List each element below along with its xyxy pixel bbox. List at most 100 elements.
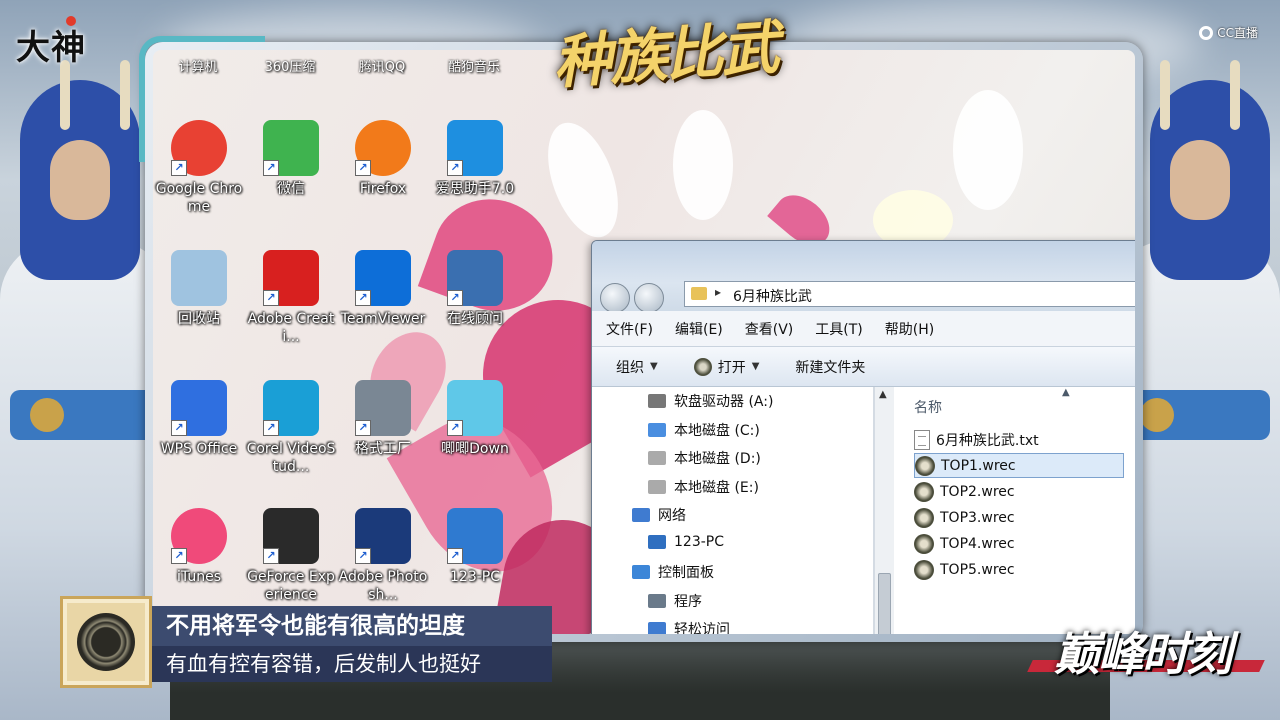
scroll-up-icon[interactable]: ▲: [879, 389, 887, 400]
desktop: 计算机 360压缩 腾讯QQ 酷狗音乐 ↗ Google Chrome ↗ 微信 ↗ Fi…: [153, 50, 1135, 634]
event-title: 种族比武: [550, 13, 780, 97]
i4-icon: ↗: [447, 120, 503, 176]
consultant-icon: ↗: [447, 250, 503, 306]
nav-item[interactable]: 123-PC: [648, 534, 724, 550]
shortcut-arrow-icon: ↗: [263, 290, 279, 306]
nav-item[interactable]: 软盘驱动器 (A:): [648, 391, 773, 411]
white-petal: [953, 90, 1023, 210]
menu-view[interactable]: 查看(V): [745, 319, 794, 339]
nav-item[interactable]: 轻松访问: [648, 619, 730, 634]
file-row[interactable]: TOP3.wrec: [914, 505, 1124, 530]
desktop-icon[interactable]: ↗ TeamViewer: [337, 250, 429, 328]
desktop-icon[interactable]: ↗ 123-PC: [429, 508, 521, 586]
caption-line-2: 有血有控有容错，后发制人也挺好: [152, 646, 552, 682]
photoshop-icon: ↗: [355, 508, 411, 564]
desktop-icon-label[interactable]: 酷狗音乐: [429, 56, 519, 75]
desktop-icon-label: Google Chrome: [155, 181, 243, 215]
desktop-icon-label: Adobe Creati...: [247, 311, 335, 345]
shortcut-arrow-icon: ↗: [355, 548, 371, 564]
white-petal: [673, 110, 733, 220]
file-row[interactable]: TOP1.wrec: [914, 453, 1124, 478]
jijidown-icon: ↗: [447, 380, 503, 436]
desktop-icon-label[interactable]: 计算机: [153, 56, 243, 75]
nav-item-label: 本地磁盘 (C:): [674, 422, 760, 439]
shortcut-arrow-icon: ↗: [263, 160, 279, 176]
shortcut-arrow-icon: ↗: [447, 548, 463, 564]
desktop-top-row: 计算机 360压缩 腾讯QQ 酷狗音乐: [153, 56, 573, 78]
nav-item[interactable]: 本地磁盘 (C:): [648, 420, 760, 440]
breadcrumb-arrow-icon[interactable]: ▸: [715, 285, 721, 299]
desktop-icon[interactable]: ↗ 格式工厂: [337, 380, 429, 458]
windows-drive-icon: [648, 422, 666, 437]
forward-button[interactable]: [634, 283, 664, 313]
wps-icon: ↗: [171, 380, 227, 436]
address-bar[interactable]: ▸ 6月种族比武: [684, 281, 1135, 307]
nav-item[interactable]: 控制面板: [632, 562, 714, 582]
desktop-icon[interactable]: ↗ 在线顾问: [429, 250, 521, 328]
desktop-icon[interactable]: ↗ WPS Office: [153, 380, 245, 458]
nav-item[interactable]: 程序: [648, 591, 702, 611]
file-name: TOP4.wrec: [940, 535, 1015, 552]
open-button[interactable]: 打开 ▼: [693, 357, 759, 377]
file-row[interactable]: 6月种族比武.txt: [914, 427, 1124, 452]
adobe-cc-icon: ↗: [263, 250, 319, 306]
wechat-icon: ↗: [263, 120, 319, 176]
emblem-icon: [77, 613, 135, 671]
file-name: TOP3.wrec: [940, 509, 1015, 526]
scrollbar-thumb[interactable]: [878, 573, 891, 634]
file-row[interactable]: TOP4.wrec: [914, 531, 1124, 556]
wrec-file-icon: [914, 559, 934, 580]
desktop-icon[interactable]: ↗ Adobe Creati...: [245, 250, 337, 346]
recycle-bin-icon: [171, 250, 227, 306]
shortcut-arrow-icon: ↗: [447, 420, 463, 436]
drive-icon: [648, 479, 666, 494]
desktop-icon-label: iTunes: [177, 569, 221, 585]
new-folder-button[interactable]: 新建文件夹: [795, 357, 865, 377]
navigation-scrollbar[interactable]: ▲: [874, 387, 894, 634]
desktop-icon[interactable]: ↗ Google Chrome: [153, 120, 245, 216]
desktop-icon-label: TeamViewer: [340, 311, 426, 327]
shortcut-arrow-icon: ↗: [171, 420, 187, 436]
nav-item-label: 网络: [658, 508, 686, 524]
desktop-icon-label[interactable]: 360压缩: [245, 56, 335, 75]
firefox-icon: ↗: [355, 120, 411, 176]
menu-edit[interactable]: 编辑(E): [675, 319, 723, 339]
file-row[interactable]: TOP5.wrec: [914, 557, 1124, 582]
shortcut-arrow-icon: ↗: [355, 420, 371, 436]
back-button[interactable]: [600, 283, 630, 313]
desktop-icon-label[interactable]: 腾讯QQ: [337, 56, 427, 75]
desktop-icon[interactable]: ↗ Corel VideoStud...: [245, 380, 337, 476]
itunes-icon: ↗: [171, 508, 227, 564]
desktop-icon[interactable]: ↗ 微信: [245, 120, 337, 198]
teamviewer-icon: ↗: [355, 250, 411, 306]
nav-item[interactable]: 本地磁盘 (D:): [648, 448, 761, 468]
desktop-icon[interactable]: ↗ Adobe Photosh...: [337, 508, 429, 604]
file-row[interactable]: TOP2.wrec: [914, 479, 1124, 504]
organize-button[interactable]: 组织 ▼: [616, 357, 658, 377]
shortcut-arrow-icon: ↗: [447, 160, 463, 176]
address-path[interactable]: 6月种族比武: [733, 286, 812, 306]
shortcut-arrow-icon: ↗: [447, 290, 463, 306]
race-emblem: [60, 596, 152, 688]
chevron-down-icon: ▼: [650, 361, 658, 372]
organize-label: 组织: [616, 359, 644, 376]
desktop-icon[interactable]: ↗ 唧唧Down: [429, 380, 521, 458]
desktop-icon[interactable]: 回收站: [153, 250, 245, 328]
programs-icon: [648, 593, 666, 608]
peak-moment-tag: 巅峰时刻: [1027, 618, 1265, 690]
desktop-icon[interactable]: ↗ GeForce Experience: [245, 508, 337, 604]
menu-tools[interactable]: 工具(T): [815, 319, 862, 339]
menu-help[interactable]: 帮助(H): [885, 319, 934, 339]
computer-icon: ↗: [447, 508, 503, 564]
menu-file[interactable]: 文件(F): [606, 319, 653, 339]
shortcut-arrow-icon: ↗: [171, 160, 187, 176]
desktop-icon[interactable]: ↗ Firefox: [337, 120, 429, 198]
nav-item[interactable]: 本地磁盘 (E:): [648, 477, 759, 497]
wrec-file-icon: [693, 357, 712, 376]
nav-item[interactable]: 网络: [632, 505, 686, 525]
explorer-address-row: ▸ 6月种族比武: [592, 241, 1135, 313]
desktop-icon[interactable]: ↗ iTunes: [153, 508, 245, 586]
column-header-name[interactable]: 名称: [914, 397, 942, 417]
shortcut-arrow-icon: ↗: [263, 420, 279, 436]
desktop-icon[interactable]: ↗ 爱思助手7.0: [429, 120, 521, 198]
